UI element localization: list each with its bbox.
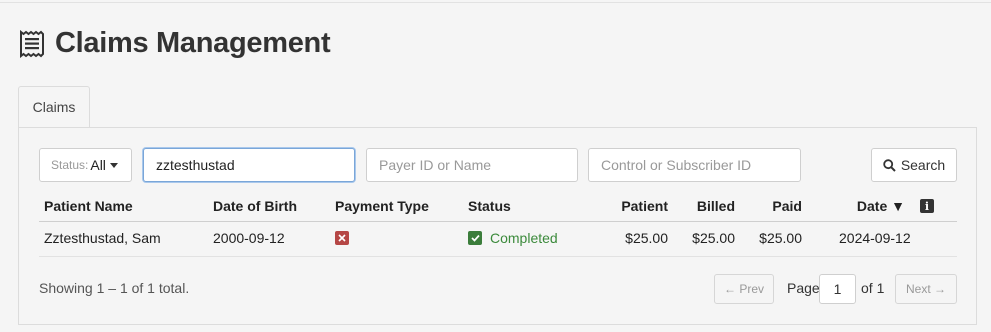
- status-filter-dropdown[interactable]: Status: All: [39, 148, 132, 182]
- patient-search-input[interactable]: [143, 148, 355, 182]
- col-date-of-birth[interactable]: Date of Birth: [213, 198, 297, 214]
- search-button[interactable]: Search: [871, 148, 957, 182]
- table-row-divider: [39, 256, 957, 257]
- status-filter-value: All: [90, 157, 106, 173]
- col-payment-type[interactable]: Payment Type: [335, 198, 429, 214]
- page-title: Claims Management: [55, 27, 331, 59]
- payer-search-input[interactable]: [366, 148, 578, 182]
- next-page-button[interactable]: Next →: [895, 274, 957, 304]
- control-search-input[interactable]: [588, 148, 801, 182]
- top-border: [0, 2, 991, 3]
- cell-date: 2024-09-12: [839, 230, 911, 246]
- page-label: Page: [787, 280, 820, 296]
- table-header-divider: [39, 221, 957, 222]
- info-icon[interactable]: i: [920, 199, 934, 213]
- x-icon: [335, 231, 349, 245]
- col-date-sort[interactable]: Date ▼: [830, 198, 905, 214]
- status-filter-prefix: Status:: [51, 158, 89, 172]
- col-patient[interactable]: Patient: [600, 198, 668, 214]
- col-billed[interactable]: Billed: [675, 198, 735, 214]
- search-icon: [883, 158, 896, 172]
- check-icon: [468, 231, 482, 245]
- caret-down-icon: [109, 163, 118, 168]
- col-patient-name[interactable]: Patient Name: [44, 198, 133, 214]
- cell-patient-name: Zztesthustad, Sam: [44, 230, 161, 246]
- cell-date-of-birth: 2000-09-12: [213, 230, 285, 246]
- cell-patient-amount: $25.00: [625, 230, 668, 246]
- page-number-input[interactable]: [819, 274, 856, 304]
- col-status[interactable]: Status: [468, 198, 511, 214]
- col-paid[interactable]: Paid: [742, 198, 802, 214]
- cell-paid-amount: $25.00: [759, 230, 802, 246]
- results-summary: Showing 1 – 1 of 1 total.: [39, 280, 190, 296]
- cell-billed-amount: $25.00: [692, 230, 735, 246]
- prev-page-button[interactable]: ← Prev: [714, 274, 774, 304]
- page-header: Claims Management: [19, 27, 331, 60]
- page-count-label: of 1: [861, 280, 885, 296]
- tab-claims[interactable]: Claims: [18, 86, 90, 127]
- cell-status: Completed: [490, 230, 558, 246]
- receipt-icon: [20, 29, 44, 58]
- search-button-label: Search: [900, 157, 946, 173]
